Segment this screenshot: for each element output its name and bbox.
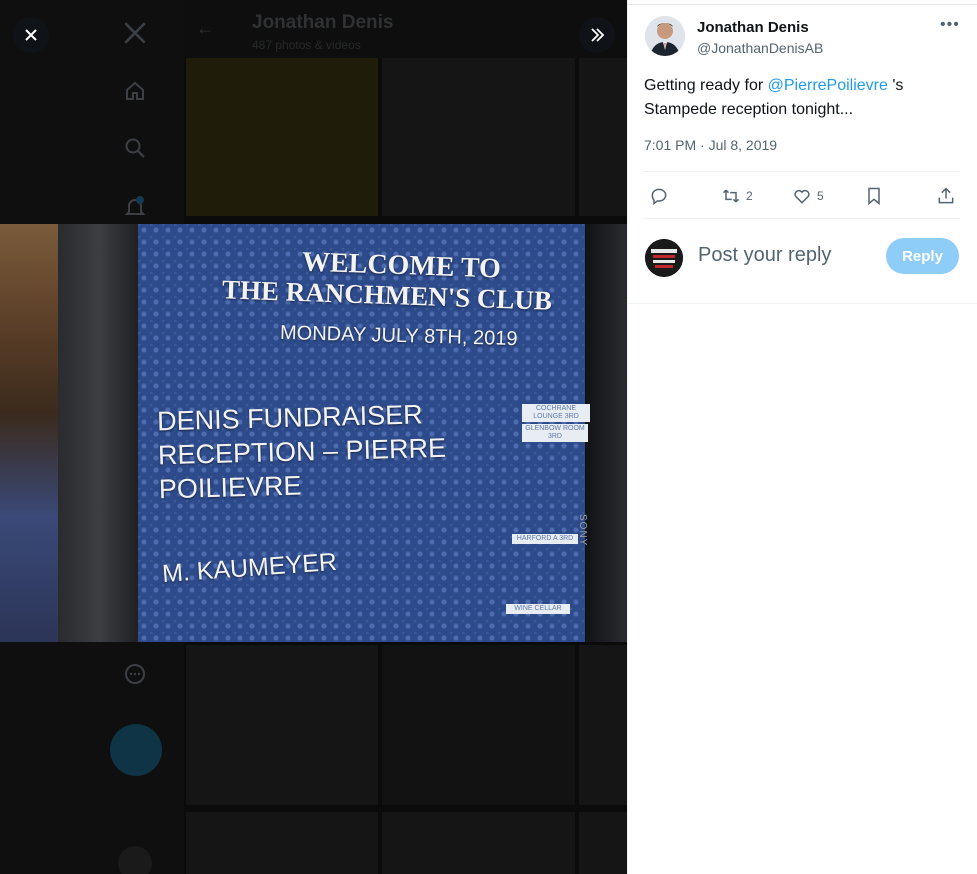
mention-link[interactable]: @PierrePoilievre [768,77,888,94]
like-count: 5 [817,189,824,203]
media-tile[interactable] [579,58,627,216]
media-viewer: ← Jonathan Denis 487 photos & videos SON… [0,0,627,874]
media-tile[interactable] [382,812,575,874]
media-tile[interactable] [186,58,378,216]
photo-sign-room: COCHRANE LOUNGE 3RD [522,404,590,422]
tweet-timestamp[interactable]: 7:01 PM · Jul 8, 2019 [644,137,777,153]
panel-top-border [627,4,977,5]
expand-icon [591,28,605,42]
photo-screen-frame [58,224,142,642]
bookmark-button[interactable] [864,184,884,208]
divider [643,171,960,172]
media-tile[interactable] [579,812,627,874]
like-button[interactable]: 5 [792,184,824,208]
tweet-text: Getting ready for @PierrePoilievre 's St… [644,74,944,122]
author-name[interactable]: Jonathan Denis [697,19,809,36]
profile-header [184,0,627,58]
bookmark-icon [868,187,880,206]
close-button[interactable] [13,17,49,53]
profile-title: Jonathan Denis [252,12,394,33]
notifications-icon[interactable] [118,190,152,224]
like-icon [794,189,810,204]
photo-sign-event-1: DENIS FUNDRAISER RECEPTION – PIERRE POIL… [156,399,447,505]
photo-sign-room: GLENBOW ROOM 3RD [522,424,588,442]
retweet-button[interactable]: 2 [721,184,753,208]
reply-button[interactable] [649,184,669,208]
reply-submit-button[interactable]: Reply [886,238,959,274]
retweet-icon [722,189,740,203]
media-tile[interactable] [382,58,575,216]
share-button[interactable] [936,184,956,208]
share-icon [938,187,954,204]
media-tile[interactable] [579,645,627,805]
divider [627,303,977,304]
expand-button[interactable] [579,17,615,53]
search-icon[interactable] [118,131,152,165]
x-logo-icon[interactable] [118,16,152,50]
account-avatar[interactable] [118,846,152,874]
close-icon [25,29,37,41]
tweet-photo: SONY WELCOME TO THE RANCHMEN'S CLUB MOND… [0,224,627,642]
compose-icon[interactable] [110,724,162,776]
media-tile[interactable] [186,812,378,874]
photo-sign-room: HARFORD A 3RD [512,534,578,544]
more-icon[interactable] [118,657,152,691]
reply-icon [651,188,667,205]
tweet-panel [627,0,977,874]
tweet-text-part: Getting ready for [644,77,768,94]
profile-subtitle: 487 photos & videos [252,38,361,52]
photo-screen-frame [585,224,627,642]
author-handle[interactable]: @JonathanDenisAB [697,40,823,56]
media-tile[interactable] [382,645,575,805]
author-avatar[interactable] [645,16,685,56]
divider [643,218,960,219]
more-options-icon[interactable]: ••• [940,16,960,34]
media-tile[interactable] [186,645,378,805]
reply-input[interactable]: Post your reply [698,244,831,267]
retweet-count: 2 [746,189,753,203]
photo-tv-brand: SONY [577,514,588,547]
back-arrow-icon[interactable]: ← [196,18,214,39]
photo-sign-room: WINE CELLAR [506,604,570,614]
user-avatar[interactable] [645,239,683,277]
home-icon[interactable] [118,74,152,108]
